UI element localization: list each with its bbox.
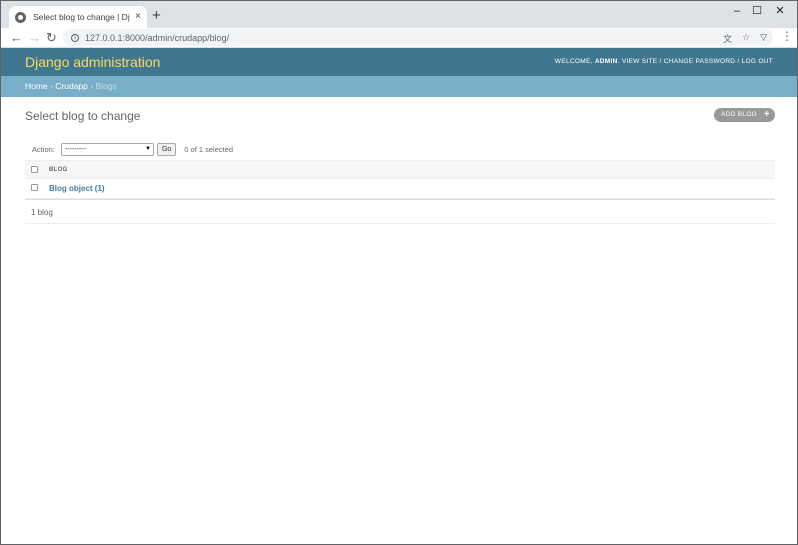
reload-icon[interactable]: ↻	[46, 30, 57, 45]
blog-object-link[interactable]: Blog object (1)	[49, 184, 105, 193]
view-site-link[interactable]: View site	[622, 58, 658, 65]
bookmark-star-icon[interactable]: ☆	[742, 32, 750, 45]
translate-icon[interactable]: 文	[723, 32, 732, 45]
info-icon[interactable]: i	[71, 33, 79, 42]
minimize-button[interactable]: –	[729, 5, 745, 17]
maximize-button[interactable]: ☐	[749, 5, 765, 17]
username: Admin	[594, 58, 618, 65]
tab-close-icon[interactable]: ×	[135, 12, 141, 22]
user-tools: Welcome, Admin. View site / Change passw…	[554, 58, 773, 65]
browser-window: Select blog to change | Django × + – ☐ ✕…	[0, 0, 798, 545]
selection-counter: 0 of 1 selected	[184, 144, 234, 154]
breadcrumb-home[interactable]: Home	[25, 81, 48, 91]
site-branding[interactable]: Django administration	[25, 54, 160, 70]
tab-strip: Select blog to change | Django × + – ☐ ✕	[1, 1, 797, 28]
kebab-menu-icon[interactable]: ⋮	[781, 29, 793, 43]
browser-toolbar: ← → ↻ i 127.0.0.1:8000/admin/crudapp/blo…	[1, 28, 797, 48]
forward-arrow-icon[interactable]: →	[28, 30, 41, 45]
extension-icon[interactable]: ▽	[760, 32, 767, 45]
welcome-text: Welcome,	[554, 58, 593, 65]
go-button[interactable]: Go	[156, 142, 177, 156]
close-window-button[interactable]: ✕	[772, 5, 788, 17]
results-table: BLOG Blog object (1)	[25, 160, 775, 199]
back-arrow-icon[interactable]: ←	[10, 30, 23, 45]
action-select[interactable]: --------- ▼	[60, 142, 154, 156]
table-row: Blog object (1)	[25, 179, 775, 199]
address-bar[interactable]: i 127.0.0.1:8000/admin/crudapp/blog/ 文 ☆…	[63, 29, 773, 46]
row-checkbox[interactable]	[31, 184, 38, 191]
table-header: BLOG	[25, 160, 775, 179]
actions-bar: Action: --------- ▼ Go 0 of 1 selected	[25, 139, 775, 159]
tab-title: Select blog to change | Django	[33, 12, 130, 22]
action-label: Action:	[32, 144, 55, 154]
browser-tab[interactable]: Select blog to change | Django ×	[9, 6, 147, 28]
column-header-blog[interactable]: BLOG	[49, 167, 68, 173]
change-password-link[interactable]: Change password	[664, 58, 736, 65]
select-all-checkbox[interactable]	[31, 166, 38, 173]
breadcrumb: Home › Crudapp › Blogs	[1, 76, 797, 97]
plus-icon: +	[763, 109, 770, 120]
page-title: Select blog to change	[25, 109, 141, 123]
paginator: 1 blog	[25, 199, 775, 224]
new-tab-button[interactable]: +	[152, 8, 161, 23]
breadcrumb-current: Blogs	[95, 81, 117, 91]
url-text[interactable]: 127.0.0.1:8000/admin/crudapp/blog/	[85, 33, 229, 43]
admin-header: Django administration Welcome, Admin. Vi…	[1, 48, 797, 76]
breadcrumb-app[interactable]: Crudapp	[55, 81, 88, 91]
log-out-link[interactable]: Log out	[742, 58, 773, 65]
add-blog-button[interactable]: ADD BLOG +	[714, 108, 775, 122]
dropdown-arrow-icon: ▼	[144, 145, 151, 152]
globe-icon	[15, 11, 26, 23]
